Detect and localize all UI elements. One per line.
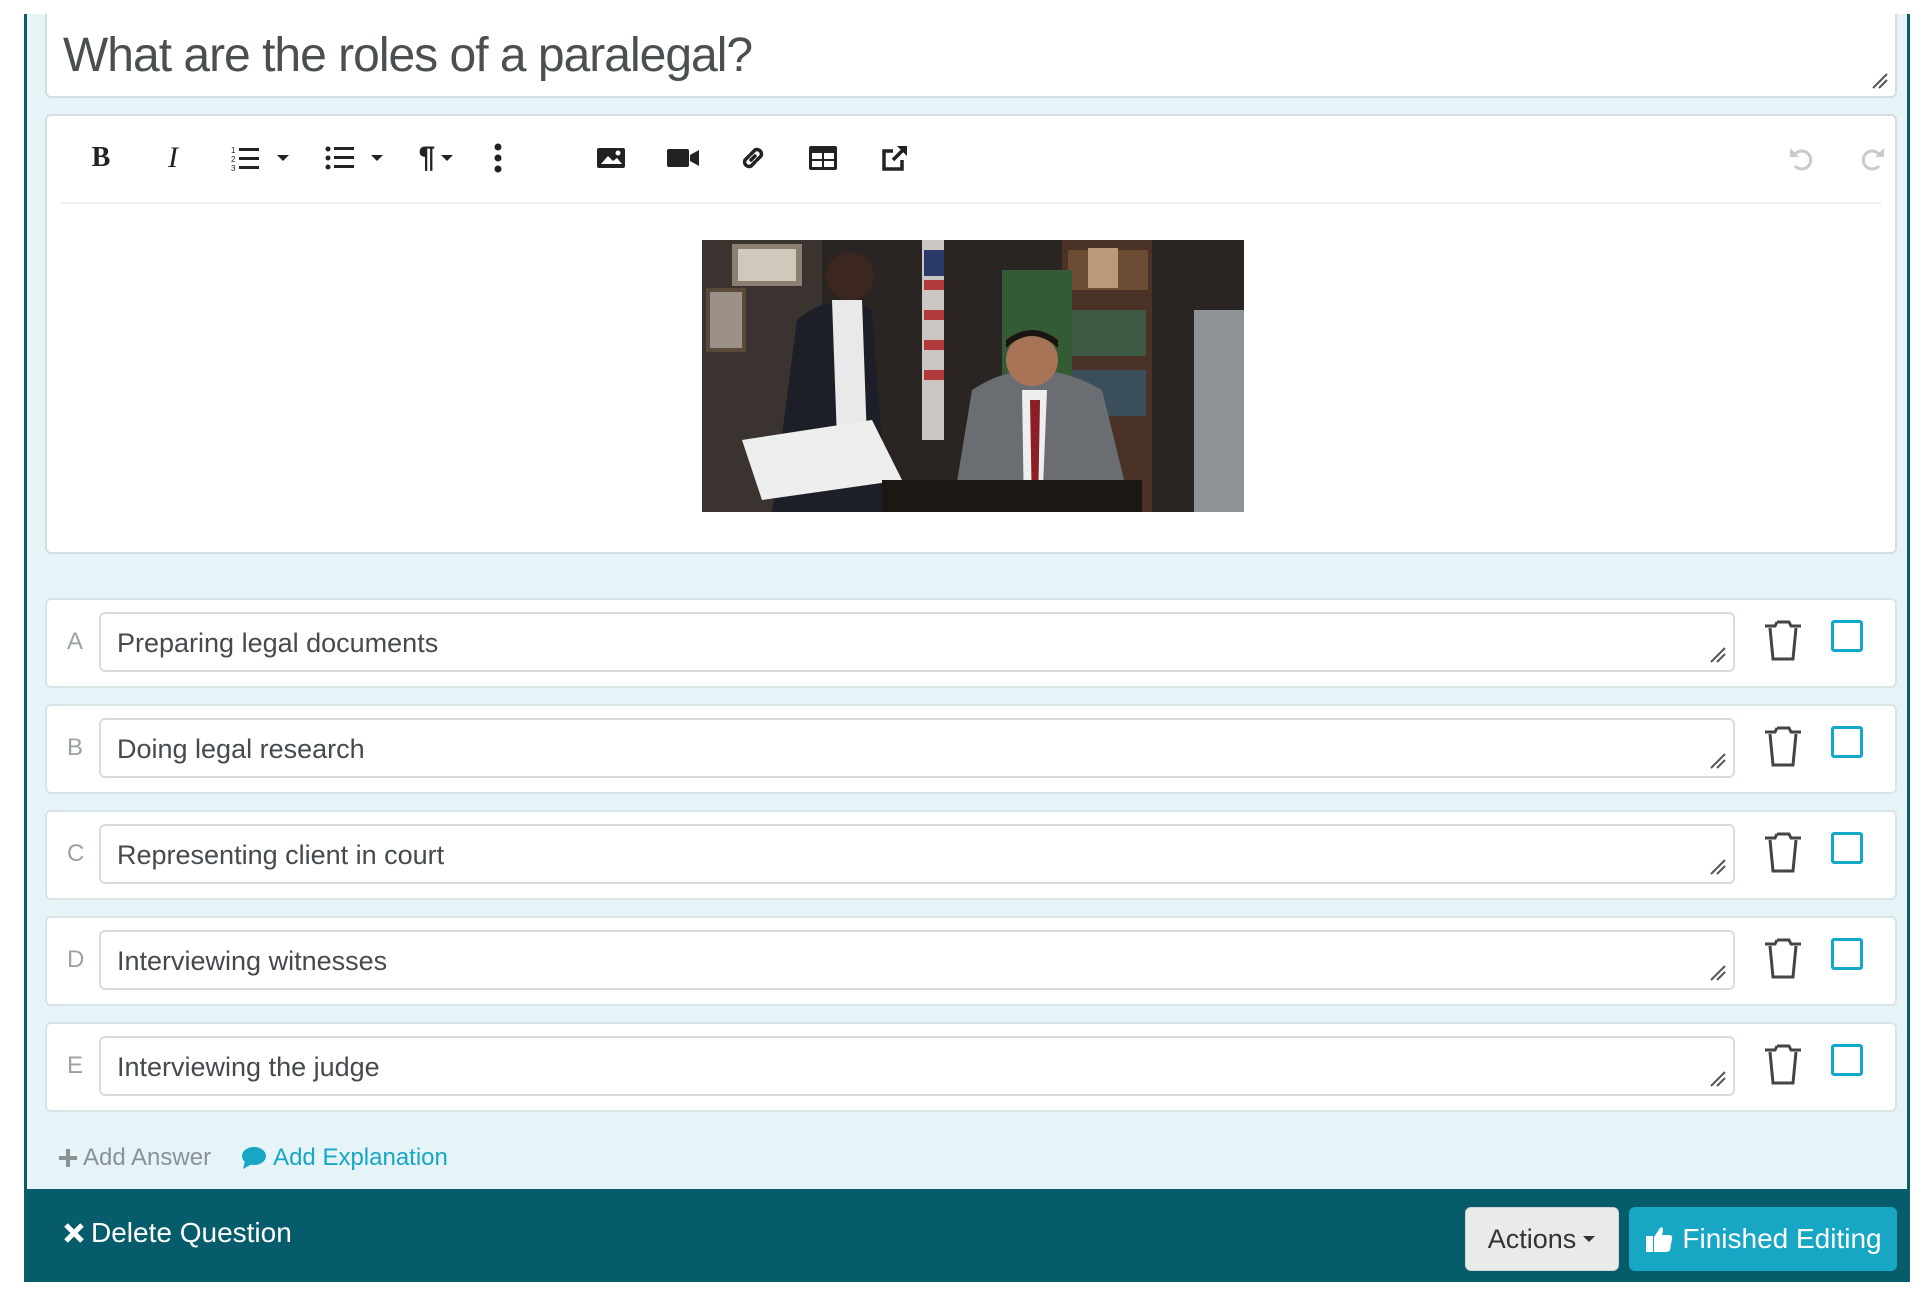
svg-text:1: 1 xyxy=(231,146,236,155)
correct-answer-checkbox[interactable] xyxy=(1831,726,1863,758)
close-icon xyxy=(64,1223,84,1243)
answer-text: Doing legal research xyxy=(117,734,365,764)
plus-icon xyxy=(59,1149,77,1167)
paragraph-icon: ¶ xyxy=(418,141,436,174)
trash-icon[interactable] xyxy=(1763,936,1803,980)
trash-icon[interactable] xyxy=(1763,830,1803,874)
caret-down-icon xyxy=(277,155,289,161)
resize-handle-icon[interactable] xyxy=(1709,964,1727,982)
caret-down-icon xyxy=(371,155,383,161)
answer-row-a: A Preparing legal documents xyxy=(45,598,1897,688)
trash-icon[interactable] xyxy=(1763,1042,1803,1086)
add-explanation-label: Add Explanation xyxy=(273,1144,448,1171)
svg-text:2: 2 xyxy=(231,155,236,164)
delete-question-label: Delete Question xyxy=(91,1217,292,1248)
correct-answer-checkbox[interactable] xyxy=(1831,938,1863,970)
bullet-list-dropdown[interactable] xyxy=(315,138,395,178)
correct-answer-checkbox[interactable] xyxy=(1831,1044,1863,1076)
answer-row-d: D Interviewing witnesses xyxy=(45,916,1897,1006)
italic-button[interactable]: I xyxy=(153,138,193,178)
add-answer-label: Add Answer xyxy=(83,1144,212,1171)
answer-row-b: B Doing legal research xyxy=(45,704,1897,794)
resize-handle-icon[interactable] xyxy=(1709,1070,1727,1088)
answer-input[interactable]: Preparing legal documents xyxy=(99,612,1735,672)
resize-handle-icon[interactable] xyxy=(1709,752,1727,770)
redo-icon xyxy=(1861,148,1884,171)
answer-text: Representing client in court xyxy=(117,840,445,870)
embed-button[interactable] xyxy=(875,138,915,178)
answer-text: Interviewing witnesses xyxy=(117,946,388,976)
ordered-list-dropdown[interactable]: 1 2 3 xyxy=(221,138,301,178)
bold-button[interactable]: B xyxy=(81,138,121,178)
answer-input[interactable]: Representing client in court xyxy=(99,824,1735,884)
embedded-photo[interactable] xyxy=(702,240,1244,512)
finished-editing-button[interactable]: Finished Editing xyxy=(1629,1207,1897,1271)
question-text: What are the roles of a paralegal? xyxy=(63,29,753,82)
comment-icon xyxy=(242,1147,267,1169)
link-icon xyxy=(742,147,764,169)
answer-row-e: E Interviewing the judge xyxy=(45,1022,1897,1112)
undo-button[interactable] xyxy=(1781,138,1821,178)
question-card: What are the roles of a paralegal? B I 1… xyxy=(24,14,1910,1282)
trash-icon[interactable] xyxy=(1763,724,1803,768)
answer-row-c: C Representing client in court xyxy=(45,810,1897,900)
insert-link-button[interactable] xyxy=(733,138,773,178)
trash-icon[interactable] xyxy=(1763,618,1803,662)
editor-footer: Delete Question Actions Finished Editing xyxy=(27,1189,1907,1282)
correct-answer-checkbox[interactable] xyxy=(1831,620,1863,652)
office-photo xyxy=(702,240,1244,512)
external-link-icon xyxy=(882,145,908,171)
resize-handle-icon[interactable] xyxy=(1709,646,1727,664)
answer-letter: A xyxy=(67,628,84,655)
answer-input[interactable]: Interviewing witnesses xyxy=(99,930,1735,990)
finished-editing-label: Finished Editing xyxy=(1682,1223,1882,1254)
answer-letter: D xyxy=(67,946,85,973)
add-explanation-link[interactable]: Add Explanation xyxy=(241,1144,448,1172)
thumbs-up-icon xyxy=(1646,1227,1673,1252)
resize-handle-icon[interactable] xyxy=(1871,72,1889,90)
question-text-field[interactable]: What are the roles of a paralegal? xyxy=(45,14,1897,98)
image-icon xyxy=(597,148,625,168)
more-options-button[interactable] xyxy=(483,138,513,178)
more-vertical-icon xyxy=(494,143,502,173)
delete-question-button[interactable]: Delete Question xyxy=(63,1217,292,1249)
answer-text: Preparing legal documents xyxy=(117,628,439,658)
editor-toolbar: B I 1 2 3 ¶ xyxy=(61,116,1884,204)
answer-text: Interviewing the judge xyxy=(117,1052,380,1082)
actions-dropdown-button[interactable]: Actions xyxy=(1465,1207,1619,1271)
bullet-list-icon xyxy=(325,146,354,170)
video-icon xyxy=(667,149,699,167)
undo-icon xyxy=(1790,148,1813,171)
paragraph-dropdown[interactable]: ¶ xyxy=(407,138,467,178)
answer-actions: Add Answer Add Explanation xyxy=(57,1138,448,1178)
actions-label: Actions xyxy=(1487,1223,1577,1254)
insert-video-button[interactable] xyxy=(661,138,705,178)
italic-icon: I xyxy=(168,141,178,174)
redo-button[interactable] xyxy=(1853,138,1893,178)
ordered-list-icon: 1 2 3 xyxy=(231,146,259,171)
insert-image-button[interactable] xyxy=(591,138,631,178)
svg-text:3: 3 xyxy=(231,164,236,171)
insert-table-button[interactable] xyxy=(803,138,843,178)
answer-letter: E xyxy=(67,1052,84,1079)
bold-icon: B xyxy=(91,142,111,173)
correct-answer-checkbox[interactable] xyxy=(1831,832,1863,864)
add-answer-link[interactable]: Add Answer xyxy=(57,1144,211,1172)
answer-letter: B xyxy=(67,734,84,761)
resize-handle-icon[interactable] xyxy=(1709,858,1727,876)
answer-input[interactable]: Interviewing the judge xyxy=(99,1036,1735,1096)
caret-down-icon xyxy=(1583,1236,1596,1242)
answer-input[interactable]: Doing legal research xyxy=(99,718,1735,778)
answer-letter: C xyxy=(67,840,85,867)
table-icon xyxy=(809,146,837,170)
caret-down-icon xyxy=(441,155,454,161)
rich-text-editor[interactable]: B I 1 2 3 ¶ xyxy=(45,114,1897,554)
